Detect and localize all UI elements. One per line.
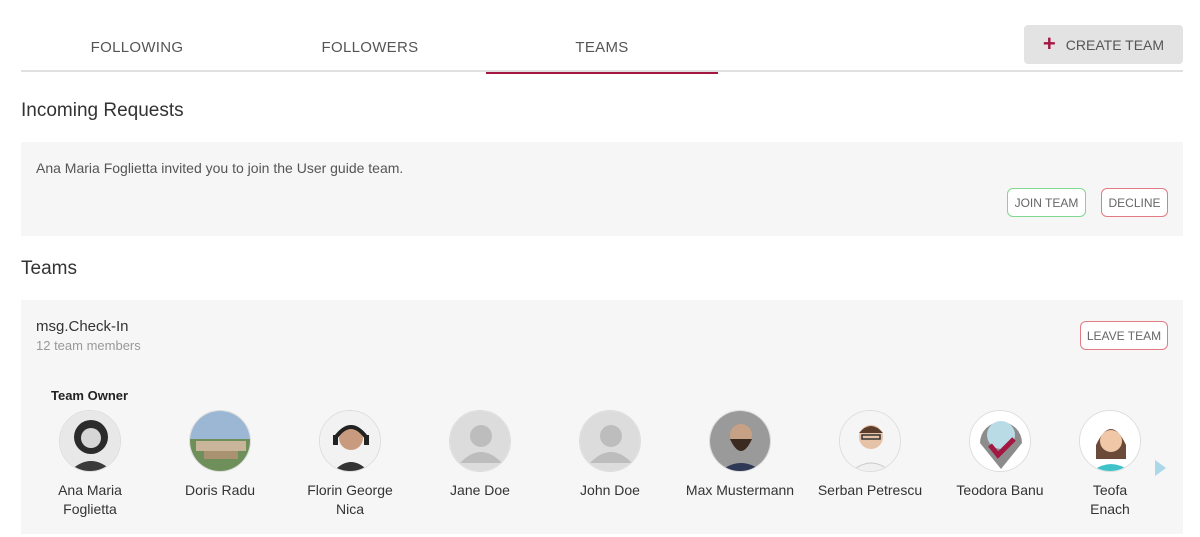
member-name: Jane Doe (450, 482, 510, 498)
member-name: Max Mustermann (685, 482, 795, 498)
incoming-requests-title: Incoming Requests (21, 100, 184, 121)
member-carousel: Ana Maria Foglietta Doris Radu Florin Geo… (21, 410, 1183, 534)
avatar (969, 410, 1031, 472)
member-card[interactable]: Max Mustermann (675, 410, 805, 500)
team-card: msg.Check-In 12 team members LEAVE TEAM … (21, 300, 1183, 534)
decline-button[interactable]: DECLINE (1101, 188, 1168, 217)
create-team-label: CREATE TEAM (1065, 36, 1165, 53)
member-card[interactable]: Doris Radu (155, 410, 285, 500)
member-card[interactable]: Serban Petrescu (805, 410, 935, 500)
tab-followers[interactable]: FOLLOWERS (254, 22, 486, 72)
member-name: Doris Radu (184, 482, 256, 498)
team-name: msg.Check-In (36, 318, 129, 335)
avatar-placeholder-icon (449, 410, 511, 472)
avatar (709, 410, 771, 472)
leave-team-button[interactable]: LEAVE TEAM (1080, 321, 1168, 350)
avatar (319, 410, 381, 472)
team-member-count: 12 team members (36, 338, 141, 353)
tab-teams[interactable]: TEAMS (486, 22, 718, 74)
tab-following[interactable]: FOLLOWING (21, 22, 253, 72)
create-team-button[interactable]: + CREATE TEAM (1024, 25, 1183, 64)
avatar (189, 410, 251, 472)
avatar (839, 410, 901, 472)
avatar-placeholder-icon (579, 410, 641, 472)
member-name: Teodora Banu (956, 482, 1044, 498)
member-card[interactable]: Jane Doe (415, 410, 545, 500)
tab-bar: FOLLOWING FOLLOWERS TEAMS (21, 22, 1183, 74)
carousel-next-arrow-icon[interactable] (1155, 460, 1166, 476)
member-name: Serban Petrescu (817, 482, 923, 498)
member-card[interactable]: Florin George Nica (285, 410, 415, 519)
invite-card: Ana Maria Foglietta invited you to join … (21, 142, 1183, 236)
member-card[interactable]: John Doe (545, 410, 675, 500)
member-card[interactable]: Teodora Banu (935, 410, 1065, 500)
member-card[interactable]: Teofa Enach (1065, 410, 1155, 519)
member-name: John Doe (580, 482, 640, 498)
team-owner-label: Team Owner (51, 388, 129, 403)
teams-title: Teams (21, 258, 77, 279)
avatar (59, 410, 121, 472)
member-name: Teofa Enach (1090, 482, 1130, 517)
member-card[interactable]: Ana Maria Foglietta (25, 410, 155, 519)
member-name: Ana Maria Foglietta (58, 482, 122, 517)
invite-message: Ana Maria Foglietta invited you to join … (36, 160, 404, 176)
member-name: Florin George Nica (307, 482, 393, 517)
join-team-button[interactable]: JOIN TEAM (1007, 188, 1086, 217)
avatar (1079, 410, 1141, 472)
plus-icon: + (1042, 30, 1056, 56)
